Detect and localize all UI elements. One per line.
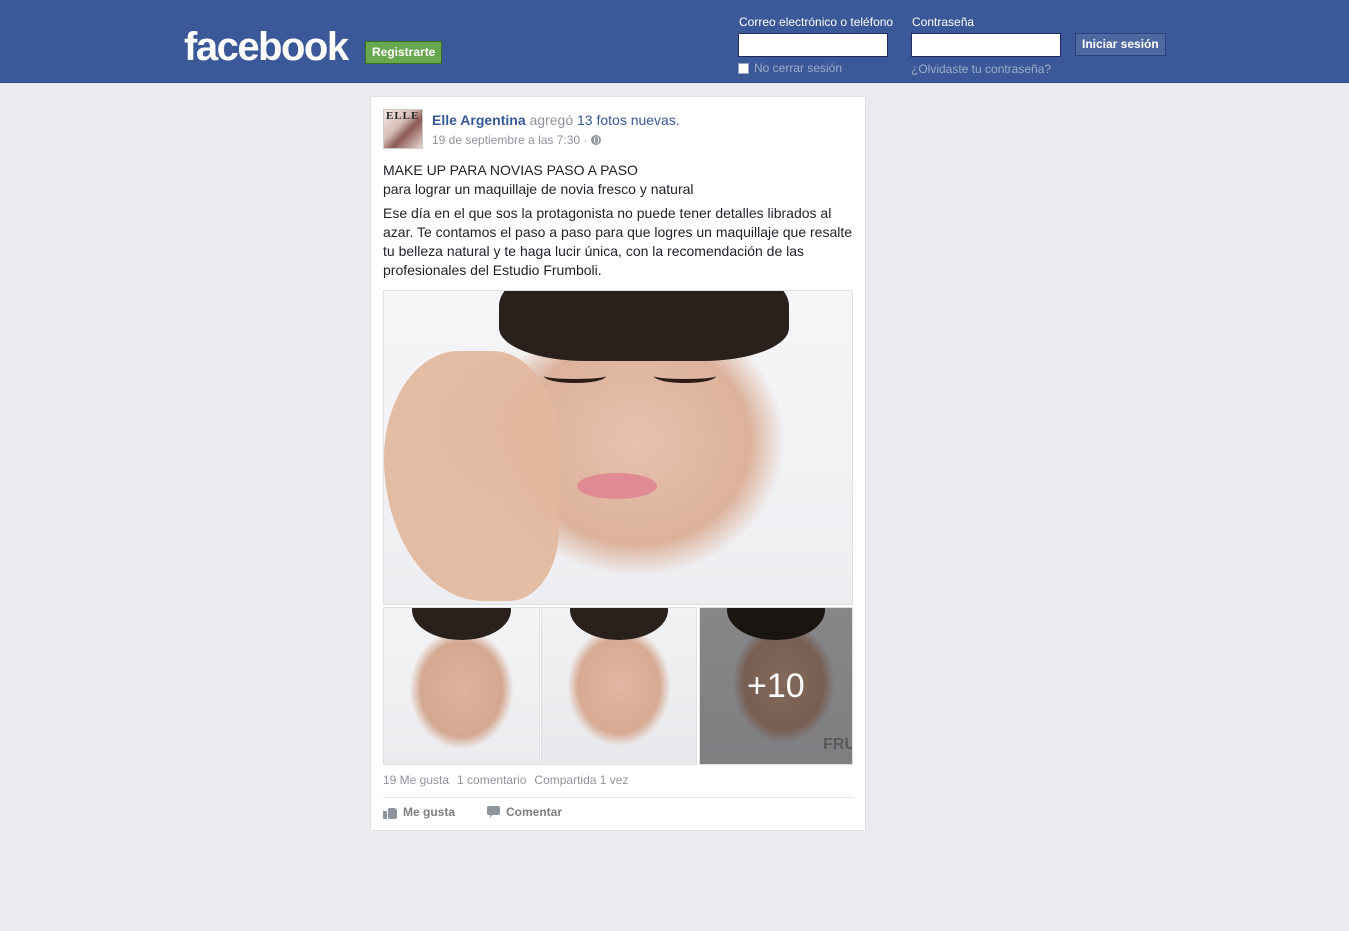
more-photos-count: +10 xyxy=(747,667,805,705)
photo-thumbnails: FRU +10 xyxy=(383,607,853,765)
password-label: Contraseña xyxy=(912,15,975,29)
comment-icon xyxy=(487,806,501,818)
author-name-link[interactable]: Elle Argentina xyxy=(432,112,526,128)
photo-hand xyxy=(384,351,559,601)
forgot-password-link[interactable]: ¿Olvidaste tu contraseña? xyxy=(911,62,1051,76)
comment-label: Comentar xyxy=(506,805,563,819)
signup-button[interactable]: Registrarte xyxy=(365,41,443,64)
post-timestamp: 19 de septiembre a las 7:30 · xyxy=(432,133,602,147)
email-field[interactable] xyxy=(738,33,888,57)
like-icon xyxy=(383,806,397,819)
likes-count[interactable]: 19 Me gusta xyxy=(383,773,449,787)
post-stats: 19 Me gusta 1 comentario Compartida 1 ve… xyxy=(383,773,628,787)
photo-eye-left xyxy=(544,369,606,383)
photo-lips xyxy=(577,473,657,499)
facebook-logo[interactable]: facebook xyxy=(184,24,349,70)
post-body-text: Ese día en el que sos la protagonista no… xyxy=(383,205,853,278)
photo-hair xyxy=(499,291,789,361)
like-label: Me gusta xyxy=(403,805,456,819)
post-actions: Me gusta Comentar xyxy=(383,805,562,819)
photo-thumbnail[interactable] xyxy=(383,607,540,765)
post-title: MAKE UP PARA NOVIAS PASO A PASO para log… xyxy=(383,161,853,199)
post-title-line-2: para lograr un maquillaje de novia fresc… xyxy=(383,181,694,197)
photo-thumbnail[interactable] xyxy=(541,607,697,765)
avatar-logo-text: ELLE xyxy=(386,110,420,122)
divider xyxy=(383,797,854,798)
post-author-line: Elle Argentina agregó 13 fotos nuevas. xyxy=(432,112,680,128)
post-card: ELLE Elle Argentina agregó 13 fotos nuev… xyxy=(370,96,866,831)
keep-logged-label[interactable]: No cerrar sesión xyxy=(754,61,842,75)
photo-eye-right xyxy=(654,369,716,383)
thumb-hair xyxy=(569,608,669,640)
main-photo[interactable] xyxy=(383,290,853,605)
globe-icon xyxy=(591,135,602,145)
post-title-line-1: MAKE UP PARA NOVIAS PASO A PASO xyxy=(383,162,638,178)
password-field[interactable] xyxy=(911,33,1061,57)
comment-button[interactable]: Comentar xyxy=(487,805,562,819)
author-action-text: agregó xyxy=(529,112,574,128)
email-label: Correo electrónico o teléfono xyxy=(739,15,894,29)
avatar[interactable]: ELLE xyxy=(383,109,423,149)
shares-count[interactable]: Compartida 1 vez xyxy=(534,773,628,787)
photo-thumbnail-more[interactable]: FRU +10 xyxy=(699,607,853,765)
keep-logged-row: No cerrar sesión xyxy=(738,61,842,75)
comments-count[interactable]: 1 comentario xyxy=(457,773,526,787)
like-button[interactable]: Me gusta xyxy=(383,805,455,819)
photos-link[interactable]: 13 fotos nuevas. xyxy=(577,112,680,128)
thumb-hair xyxy=(411,608,512,640)
timestamp-text[interactable]: 19 de septiembre a las 7:30 · xyxy=(432,133,587,147)
login-button[interactable]: Iniciar sesión xyxy=(1075,33,1166,56)
keep-logged-checkbox[interactable] xyxy=(738,62,749,74)
top-bar: facebook Registrarte Correo electrónico … xyxy=(0,0,1349,83)
